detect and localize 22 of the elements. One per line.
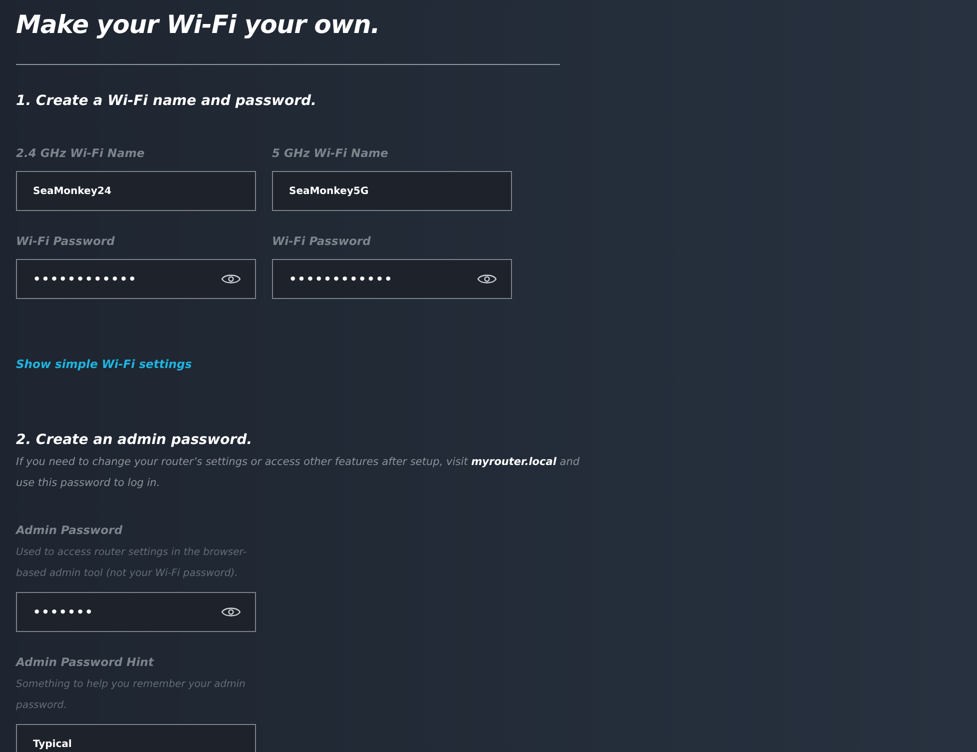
- input-field[interactable]: Typical: [16, 724, 256, 752]
- eye-icon[interactable]: [221, 606, 241, 618]
- password-field[interactable]: ••••••••••••: [272, 259, 512, 299]
- input-field[interactable]: SeaMonkey24: [16, 171, 256, 211]
- section-heading: 2. Create an admin password.: [16, 431, 254, 450]
- field-label: Admin Password Hint: [16, 654, 155, 670]
- section-description: If you need to change your router’s settings or access other features after setup, visit myrouter.local and use this password to log in.: [16, 455, 581, 491]
- field-label: Admin Password: [16, 522, 124, 538]
- field-label: 2.4 GHz Wi-Fi Name: [16, 145, 146, 161]
- field-hint: Used to access router settings in the browser-based admin tool (not your Wi-Fi password).: [16, 546, 248, 581]
- field-hint: Something to help you remember your admin password.: [16, 678, 247, 713]
- eye-icon[interactable]: [221, 273, 241, 285]
- section-heading: 1. Create a Wi-Fi name and password.: [16, 92, 318, 111]
- field-label: Wi-Fi Password: [16, 233, 116, 249]
- page-title: Make your Wi-Fi your own.: [16, 9, 381, 41]
- simple-settings-link[interactable]: Show simple Wi-Fi settings: [16, 357, 192, 371]
- field-label: 5 GHz Wi-Fi Name: [272, 145, 390, 161]
- password-field[interactable]: •••••••: [16, 592, 256, 632]
- password-field[interactable]: ••••••••••••: [16, 259, 256, 299]
- field-label: Wi-Fi Password: [272, 233, 372, 249]
- eye-icon[interactable]: [477, 273, 497, 285]
- input-field[interactable]: SeaMonkey5G: [272, 171, 512, 211]
